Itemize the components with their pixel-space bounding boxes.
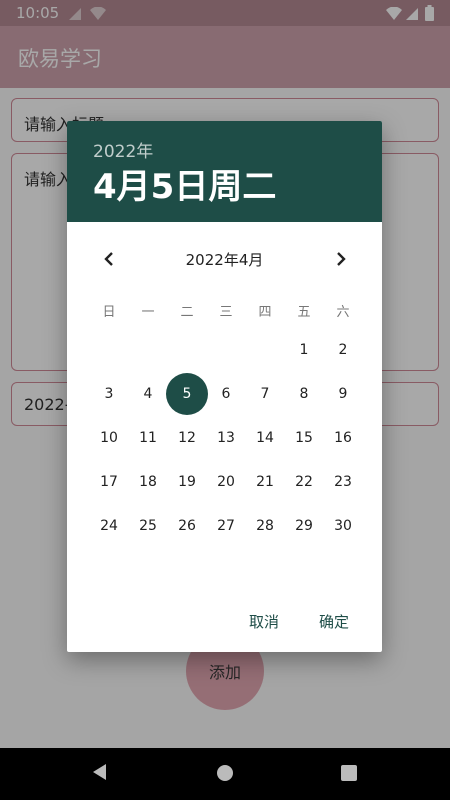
- calendar-day[interactable]: 30: [322, 505, 364, 547]
- header-date[interactable]: 4月5日周二: [93, 159, 276, 208]
- calendar-day[interactable]: 25: [127, 505, 169, 547]
- weekday-header: 日一二三四五六: [89, 301, 382, 321]
- calendar-day[interactable]: 4: [127, 373, 169, 415]
- calendar-day[interactable]: 3: [88, 373, 130, 415]
- calendar-day[interactable]: 24: [88, 505, 130, 547]
- calendar-day[interactable]: 23: [322, 461, 364, 503]
- calendar-day[interactable]: 6: [205, 373, 247, 415]
- calendar-day[interactable]: 13: [205, 417, 247, 459]
- calendar-day[interactable]: 9: [322, 373, 364, 415]
- weekday-label: 一: [141, 305, 155, 320]
- calendar-day[interactable]: 26: [166, 505, 208, 547]
- calendar-day[interactable]: 10: [88, 417, 130, 459]
- calendar-day[interactable]: 29: [283, 505, 325, 547]
- calendar-day[interactable]: 15: [283, 417, 325, 459]
- date-picker-dialog: 2022年 4月5日周二 2022年4月 日一二三四五六 1 2 3 4 5 6 7 8 9 10…: [67, 121, 382, 652]
- selected-day[interactable]: 5: [166, 373, 208, 415]
- calendar-day[interactable]: 8: [283, 373, 325, 415]
- date-picker-header: 2022年 4月5日周二: [67, 121, 382, 222]
- calendar-day[interactable]: 14: [244, 417, 286, 459]
- weekday-label: 日: [102, 305, 116, 320]
- month-navigation: 2022年4月: [67, 243, 382, 275]
- calendar-day[interactable]: 20: [205, 461, 247, 503]
- calendar-day[interactable]: 27: [205, 505, 247, 547]
- weekday-label: 四: [258, 305, 272, 320]
- weekday-label: 六: [336, 305, 350, 320]
- calendar-day[interactable]: 28: [244, 505, 286, 547]
- calendar-day[interactable]: 21: [244, 461, 286, 503]
- cancel-button[interactable]: 取消: [249, 611, 279, 632]
- calendar-day[interactable]: 17: [88, 461, 130, 503]
- recents-icon[interactable]: [341, 765, 357, 785]
- calendar-day[interactable]: 1: [283, 329, 325, 371]
- navigation-bar: [0, 748, 450, 800]
- calendar-day[interactable]: 12: [166, 417, 208, 459]
- calendar-day[interactable]: 2: [322, 329, 364, 371]
- weekday-label: 三: [219, 305, 233, 320]
- chevron-right-icon[interactable]: [329, 247, 353, 271]
- calendar-day[interactable]: 7: [244, 373, 286, 415]
- calendar-day[interactable]: 16: [322, 417, 364, 459]
- weekday-label: 五: [297, 305, 311, 320]
- back-icon[interactable]: [90, 762, 108, 786]
- calendar-day[interactable]: 11: [127, 417, 169, 459]
- calendar-day[interactable]: 18: [127, 461, 169, 503]
- calendar-day[interactable]: 22: [283, 461, 325, 503]
- ok-button[interactable]: 确定: [319, 611, 349, 632]
- home-icon[interactable]: [216, 764, 234, 786]
- weekday-label: 二: [180, 305, 194, 320]
- calendar-day[interactable]: 19: [166, 461, 208, 503]
